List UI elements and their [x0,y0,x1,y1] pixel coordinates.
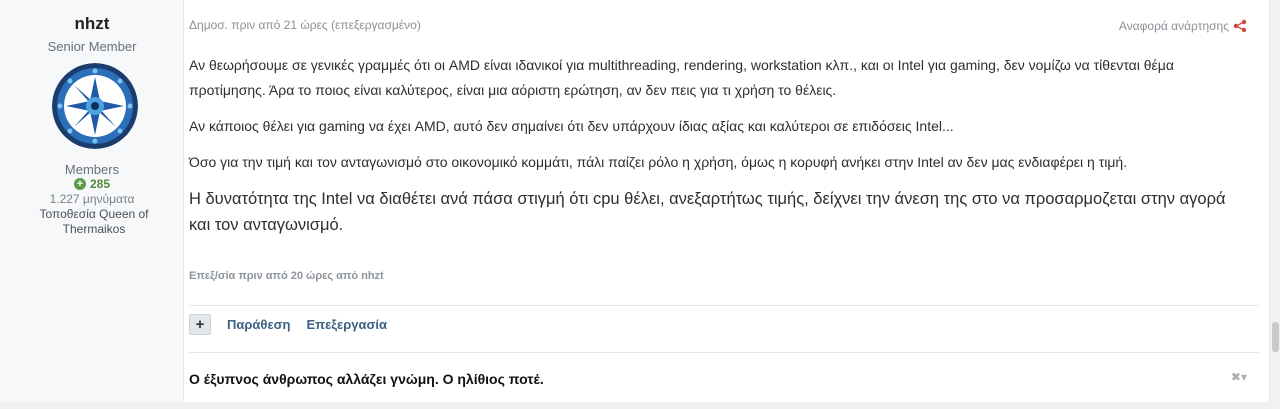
divider [189,305,1259,306]
author-location: Τοποθεσία Queen of Thermaikos [39,207,149,236]
reputation-badge: + 285 [0,177,184,191]
report-post-link[interactable]: Αναφορά ανάρτησης [1119,19,1229,33]
signature: Ο έξυπνος άνθρωπος αλλάζει γνώμη. Ο ηλίθ… [189,371,544,387]
divider [189,352,1259,353]
author-title: Senior Member [47,39,137,54]
post-body: Αν θεωρήσουμε σε γενικές γραμμές ότι οι … [189,53,1249,249]
post-paragraph: Αν κάποιος θέλει για gaming να έχει AMD,… [189,118,954,134]
author-group: Members [64,162,120,177]
author-name[interactable]: nhzt [0,14,184,34]
post-paragraph: Αν θεωρήσουμε σε γενικές γραμμές ότι οι … [189,57,1174,98]
scrollbar[interactable] [1271,0,1280,409]
post-meta: Δημοσ. πριν από 21 ώρες (επεξεργασμένο) [189,18,421,32]
avatar-mandala-image [52,63,138,149]
multiquote-button[interactable]: + [189,314,211,335]
post-controls: + Παράθεση Επεξεργασία [189,314,387,335]
post-paragraph: Όσο για την τιμή και τον ανταγωνισμό στο… [189,154,1128,170]
signature-options-icon[interactable]: ✖▾ [1231,370,1247,384]
reputation-value: 285 [89,177,111,191]
post-paragraph: Η δυνατότητα της Intel να διαθέτει ανά π… [189,190,1226,234]
share-icon[interactable] [1233,19,1247,33]
avatar[interactable] [52,63,138,149]
author-panel: nhzt Senior Member Members + 285 1.227 μ… [0,0,184,402]
scrollbar-thumb[interactable] [1272,322,1279,352]
edit-button[interactable]: Επεξεργασία [306,317,387,332]
author-post-count: 1.227 μηνύματα [49,192,135,206]
quote-button[interactable]: Παράθεση [227,317,290,332]
forum-post: nhzt Senior Member Members + 285 1.227 μ… [0,0,1270,402]
reputation-plus-icon: + [73,178,86,190]
edited-note: Επεξ/σία πριν από 20 ώρες από nhzt [189,270,384,282]
